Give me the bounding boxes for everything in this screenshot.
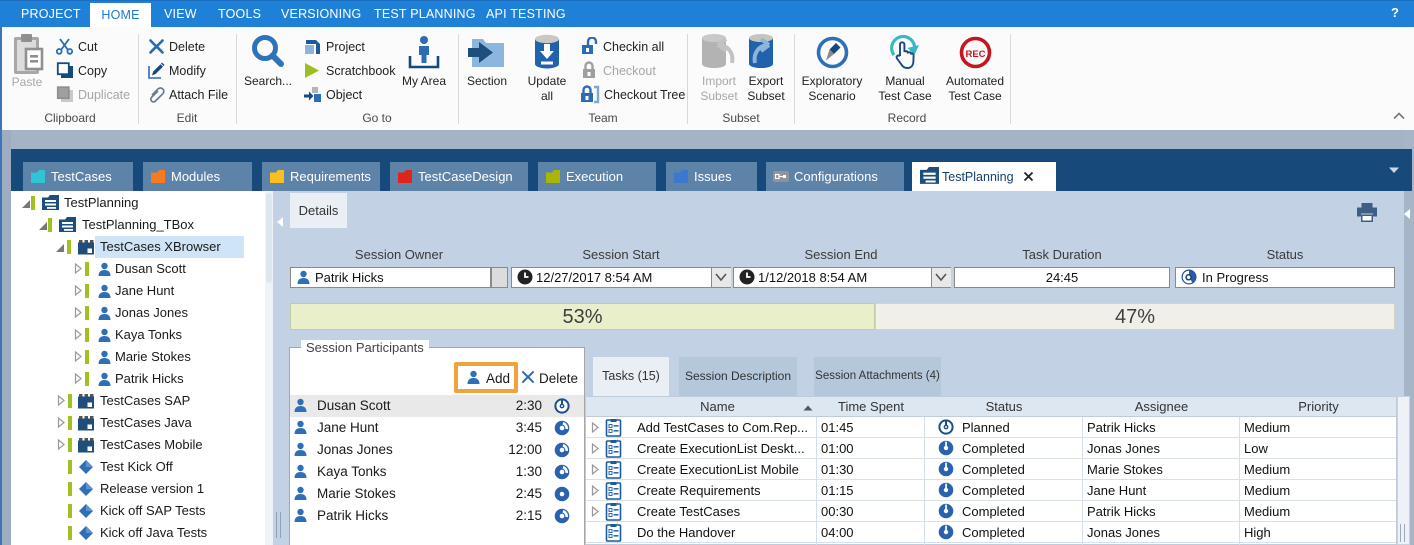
svg-text:REC: REC bbox=[965, 49, 985, 60]
